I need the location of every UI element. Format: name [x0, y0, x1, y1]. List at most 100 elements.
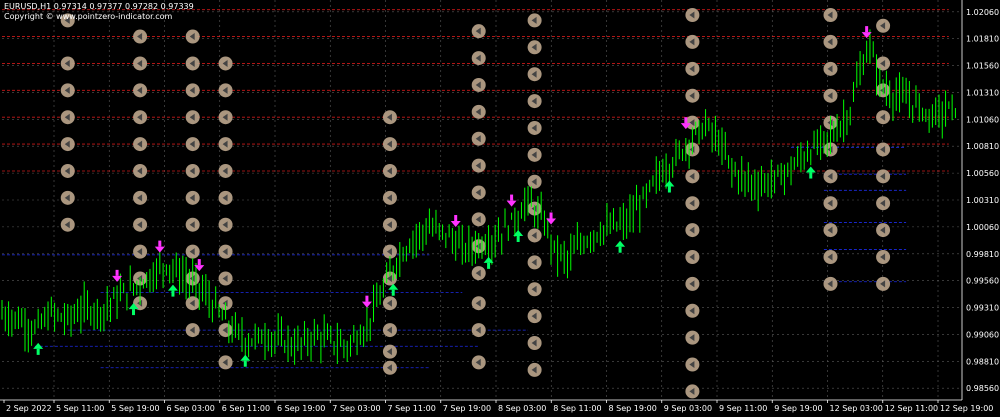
level-marker [382, 163, 397, 178]
copyright-text: Copyright © www.pointzero-indicator.com [4, 12, 173, 21]
level-marker [876, 142, 891, 157]
level-marker [685, 169, 700, 184]
level-marker [185, 163, 200, 178]
time-tick-label: 12 Sep 19:00 [940, 404, 993, 413]
time-tick-label: 8 Sep 11:00 [553, 404, 601, 413]
level-marker [185, 29, 200, 44]
level-marker [133, 83, 148, 98]
time-tick-label: 6 Sep 11:00 [222, 404, 270, 413]
level-marker [382, 190, 397, 205]
level-marker [527, 120, 542, 135]
level-marker [823, 88, 838, 103]
level-marker [527, 147, 542, 162]
level-marker [185, 110, 200, 125]
level-marker [685, 61, 700, 76]
level-marker [876, 18, 891, 33]
level-marker [382, 137, 397, 152]
level-marker [471, 296, 486, 311]
level-marker [527, 228, 542, 243]
price-chart[interactable]: 1.02060 1.01810 1.01560 1.01310 1.01060 1.008… [0, 0, 1000, 417]
level-marker [185, 83, 200, 98]
level-marker [471, 323, 486, 338]
level-marker [876, 223, 891, 238]
time-tick-label: 5 Sep 19:00 [111, 404, 159, 413]
chart-window[interactable]: 1.02060 1.01810 1.01560 1.01310 1.01060 1.008… [0, 0, 1000, 417]
level-marker [60, 137, 75, 152]
level-marker [60, 83, 75, 98]
level-marker [218, 323, 233, 338]
level-marker [133, 244, 148, 259]
level-marker [823, 249, 838, 264]
time-tick-label: 12 Sep 03:00 [830, 404, 883, 413]
level-marker [382, 296, 397, 311]
time-tick-label: 8 Sep 19:00 [609, 404, 657, 413]
level-marker [685, 384, 700, 399]
time-tick-label: 6 Sep 03:00 [167, 404, 215, 413]
level-marker [185, 56, 200, 71]
level-marker [218, 56, 233, 71]
level-marker [685, 8, 700, 23]
level-marker [471, 158, 486, 173]
level-marker [218, 163, 233, 178]
level-marker [185, 190, 200, 205]
level-marker [823, 61, 838, 76]
time-tick-label: 6 Sep 19:00 [277, 404, 325, 413]
level-marker [218, 110, 233, 125]
level-marker [218, 355, 233, 370]
level-marker [471, 131, 486, 146]
level-marker [218, 137, 233, 152]
level-marker [527, 40, 542, 55]
level-marker [185, 244, 200, 259]
level-marker [823, 8, 838, 23]
level-marker [471, 355, 486, 370]
level-marker [60, 56, 75, 71]
time-tick-label: 12 Sep 11:00 [885, 404, 938, 413]
price-tick-label: 1.00810 [966, 142, 999, 151]
price-tick-label: 1.01560 [966, 62, 999, 71]
level-marker [185, 217, 200, 232]
time-tick-label: 9 Sep 03:00 [664, 404, 712, 413]
time-tick-label: 7 Sep 03:00 [332, 404, 380, 413]
time-tick-label: 9 Sep 11:00 [719, 404, 767, 413]
time-tick-label: 8 Sep 03:00 [498, 404, 546, 413]
level-marker [471, 212, 486, 227]
level-marker [685, 357, 700, 372]
price-tick-label: 1.02060 [966, 8, 999, 17]
price-tick-label: 1.00560 [966, 169, 999, 178]
price-tick-label: 1.00310 [966, 196, 999, 205]
level-marker [382, 217, 397, 232]
price-tick-label: 1.01810 [966, 35, 999, 44]
level-marker [685, 88, 700, 103]
level-marker [685, 330, 700, 345]
level-marker [60, 190, 75, 205]
level-marker [527, 255, 542, 270]
price-tick-label: 0.99310 [966, 304, 999, 313]
price-tick-label: 0.99560 [966, 277, 999, 286]
time-tick-label: 5 Sep 11:00 [56, 404, 104, 413]
level-marker [876, 196, 891, 211]
level-marker [471, 77, 486, 92]
level-marker [823, 223, 838, 238]
level-marker [823, 196, 838, 211]
symbol-info: EURUSD,H1 0.97314 0.97377 0.97282 0.9733… [4, 2, 194, 11]
price-tick-label: 0.98560 [966, 384, 999, 393]
level-marker [823, 34, 838, 49]
level-marker [685, 223, 700, 238]
level-marker [133, 217, 148, 232]
level-marker [471, 51, 486, 66]
level-marker [876, 56, 891, 71]
level-marker [60, 163, 75, 178]
level-marker [60, 110, 75, 125]
level-marker [382, 344, 397, 359]
level-marker [685, 303, 700, 318]
level-marker [382, 110, 397, 125]
level-marker [527, 94, 542, 109]
level-marker [471, 185, 486, 200]
level-marker [218, 244, 233, 259]
level-marker [527, 362, 542, 377]
level-marker [823, 169, 838, 184]
time-tick-label: 2 Sep 2022 [6, 404, 52, 413]
level-marker [133, 56, 148, 71]
price-tick-label: 1.01310 [966, 88, 999, 97]
level-marker [471, 104, 486, 119]
